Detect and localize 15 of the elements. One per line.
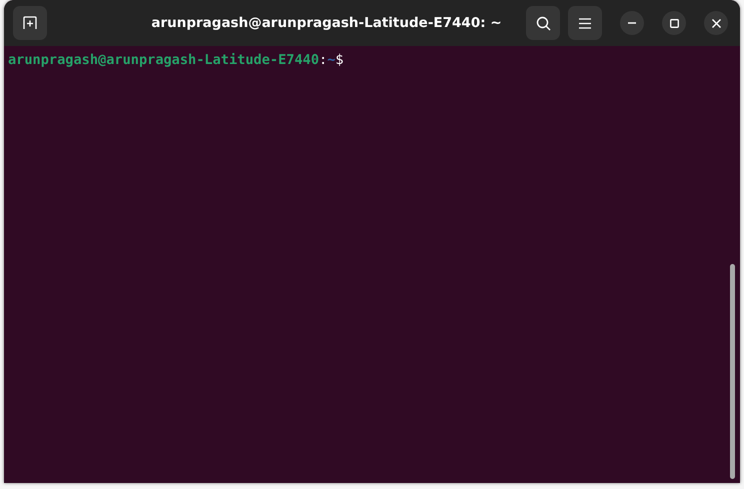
new-tab-button[interactable] <box>13 6 47 40</box>
menu-button[interactable] <box>568 6 602 40</box>
new-tab-icon <box>23 16 37 30</box>
minimize-button[interactable] <box>620 11 644 35</box>
shell-prompt: arunpragash@arunpragash-Latitude-E7440:~$ <box>8 52 345 68</box>
maximize-button[interactable] <box>662 11 686 35</box>
minimize-icon <box>628 22 636 24</box>
scrollbar[interactable] <box>730 264 735 479</box>
close-button[interactable] <box>704 11 728 35</box>
maximize-icon <box>670 18 678 28</box>
window-title: arunpragash@arunpragash-Latitude-E7440: ~ <box>150 15 503 31</box>
menu-icon <box>579 18 591 28</box>
search-button[interactable] <box>526 6 560 40</box>
search-icon <box>536 16 550 30</box>
close-icon <box>712 18 720 28</box>
